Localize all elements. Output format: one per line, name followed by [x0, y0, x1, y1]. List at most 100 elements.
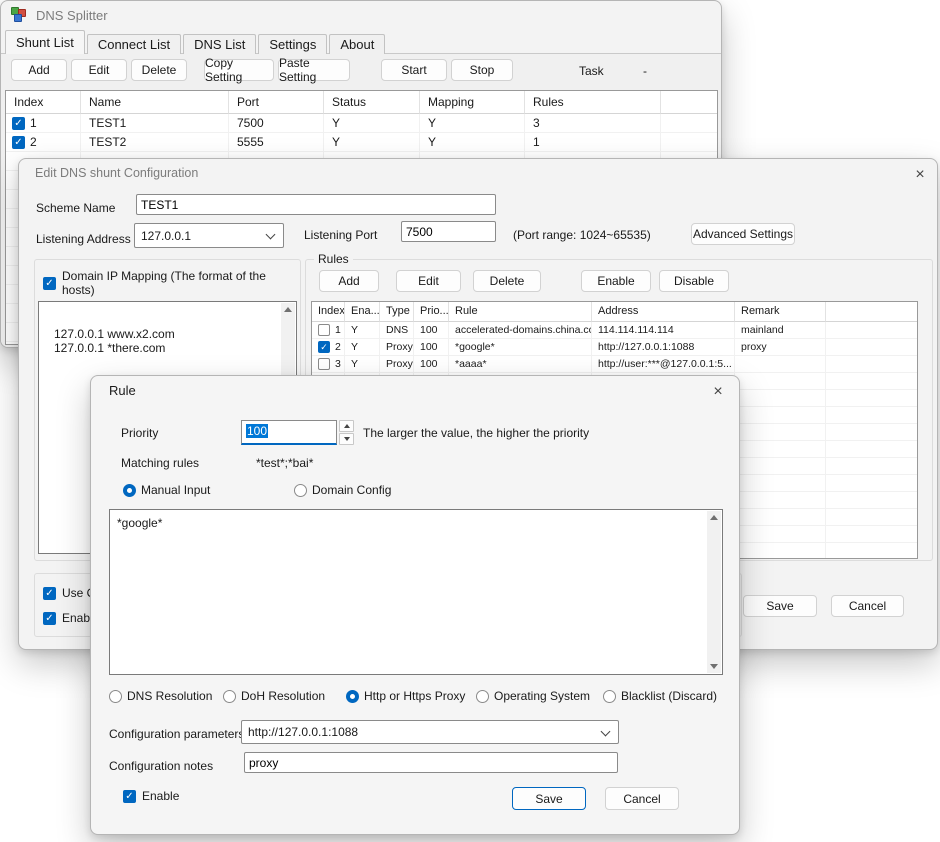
rule-edit-button[interactable]: Edit — [396, 270, 461, 292]
cell: mainland — [735, 322, 826, 339]
edit-cancel-button[interactable]: Cancel — [831, 595, 904, 617]
column-header-name[interactable]: Name — [81, 91, 229, 114]
config-params-select[interactable]: http://127.0.0.1:1088 — [241, 720, 619, 744]
priority-value: 100 — [246, 424, 269, 438]
cell: http://127.0.0.1:1088 — [592, 339, 735, 356]
tab-connect-list[interactable]: Connect List — [86, 34, 182, 54]
tab-settings[interactable]: Settings — [258, 34, 328, 54]
table-row[interactable]: 3 Y Proxy 100 *aaaa* http://user:***@127.0.0.… — [312, 356, 917, 373]
checked-checkbox[interactable]: ✓ — [12, 135, 25, 149]
paste-setting-button[interactable]: Paste Setting — [278, 56, 350, 84]
rule-enable-row[interactable]: ✓ Enable — [123, 789, 179, 803]
rule-cancel-button[interactable]: Cancel — [605, 787, 679, 810]
rule-dialog-titlebar[interactable]: Rule — [91, 376, 739, 404]
checked-checkbox[interactable]: ✓ — [12, 116, 25, 130]
table-row[interactable]: ✓ 2 TEST2 5555 Y Y 1 — [6, 133, 717, 152]
rule-add-button[interactable]: Add — [319, 270, 379, 292]
rule-dialog-title: Rule — [109, 382, 136, 398]
manual-input-radio[interactable]: Manual Input — [123, 483, 210, 497]
http-or-https-proxy-radio[interactable]: Http or Https Proxy — [346, 689, 465, 703]
edit-button[interactable]: Edit — [71, 59, 127, 81]
listening-port-input[interactable] — [401, 221, 496, 242]
blacklist-discard-radio[interactable]: Blacklist (Discard) — [603, 689, 717, 703]
task-label: Task — [579, 64, 604, 78]
table-row[interactable]: ✓ 2 Y Proxy 100 *google* http://127.0.0.1:1088… — [312, 339, 917, 356]
http-or-https-proxy-label: Http or Https Proxy — [364, 689, 466, 703]
start-button[interactable]: Start — [381, 59, 447, 81]
blacklist-discard-label: Blacklist (Discard) — [621, 689, 718, 703]
tab-dns-list[interactable]: DNS List — [183, 34, 257, 54]
rule-enable-button[interactable]: Enable — [581, 270, 651, 292]
rule-save-button[interactable]: Save — [512, 787, 586, 810]
column-header-index[interactable]: Index — [312, 302, 345, 322]
empty-cell — [826, 441, 917, 458]
dns-resolution-radio[interactable]: DNS Resolution — [109, 689, 212, 703]
manual-input-label: Manual Input — [141, 483, 211, 497]
column-header-remark[interactable]: Remark — [735, 302, 826, 322]
tab-about[interactable]: About — [329, 34, 386, 54]
stop-button[interactable]: Stop — [451, 59, 513, 81]
priority-input[interactable]: 100 — [241, 420, 337, 445]
scroll-up-icon[interactable] — [710, 515, 718, 520]
column-header-ena[interactable]: Ena... — [345, 302, 380, 322]
operating-system-radio[interactable]: Operating System — [476, 689, 590, 703]
column-header-mapping[interactable]: Mapping — [420, 91, 525, 114]
listening-address-select[interactable]: 127.0.0.1 — [134, 223, 284, 248]
stepper-up-button[interactable] — [339, 420, 354, 432]
empty-cell — [826, 475, 917, 492]
checked-checkbox[interactable]: ✓ — [318, 341, 330, 353]
copy-setting-button[interactable]: Copy Setting — [204, 56, 274, 84]
enable-checkbox[interactable]: ✓ — [43, 611, 56, 625]
desktop: DNS Splitter × Shunt ListConnect ListDNS… — [0, 0, 940, 842]
close-icon[interactable]: × — [705, 381, 731, 403]
edit-dialog-titlebar[interactable]: Edit DNS shunt Configuration — [19, 159, 937, 187]
cell: *aaaa* — [449, 356, 592, 373]
main-titlebar[interactable]: DNS Splitter × — [1, 1, 721, 29]
mapping-checkbox[interactable]: ✓ — [43, 276, 56, 290]
rule-enable-checkbox[interactable]: ✓ — [123, 789, 136, 803]
unchecked-checkbox[interactable] — [318, 324, 330, 336]
column-header-rules[interactable]: Rules — [525, 91, 661, 114]
column-header-status[interactable]: Status — [324, 91, 420, 114]
column-header-address[interactable]: Address — [592, 302, 735, 322]
empty-cell — [735, 543, 826, 558]
scroll-down-icon[interactable] — [710, 664, 718, 669]
cell: Y — [324, 114, 420, 133]
table-row[interactable]: 1 Y DNS 100 accelerated-domains.china.conf 11… — [312, 322, 917, 339]
config-notes-input[interactable] — [244, 752, 618, 773]
column-header-filler — [661, 91, 717, 114]
scroll-up-icon[interactable] — [284, 307, 292, 312]
domain-config-radio[interactable]: Domain Config — [294, 483, 391, 497]
column-header-type[interactable]: Type — [380, 302, 414, 322]
column-header-port[interactable]: Port — [229, 91, 324, 114]
index-cell: ✓ 2 — [312, 339, 345, 356]
rule-delete-button[interactable]: Delete — [473, 270, 541, 292]
edit-save-button[interactable]: Save — [743, 595, 817, 617]
delete-button[interactable]: Delete — [131, 59, 187, 81]
rule-disable-button[interactable]: Disable — [659, 270, 729, 292]
column-header-prio[interactable]: Prio... — [414, 302, 449, 322]
use-os-checkbox[interactable]: ✓ — [43, 586, 56, 600]
rule-textarea[interactable]: *google* — [109, 509, 723, 675]
empty-cell — [826, 458, 917, 475]
close-icon[interactable]: × — [907, 164, 933, 186]
empty-cell — [826, 509, 917, 526]
config-params-label: Configuration parameters — [109, 727, 245, 741]
empty-cell — [826, 373, 917, 390]
cell: DNS — [380, 322, 414, 339]
table-row[interactable]: ✓ 1 TEST1 7500 Y Y 3 — [6, 114, 717, 133]
mapping-checkbox-row[interactable]: ✓ Domain IP Mapping (The format of the h… — [43, 269, 300, 297]
index-cell: 1 — [312, 322, 345, 339]
column-header-rule[interactable]: Rule — [449, 302, 592, 322]
rule-scrollbar[interactable] — [707, 511, 721, 673]
advanced-settings-button[interactable]: Advanced Settings — [691, 223, 795, 245]
doh-resolution-radio[interactable]: DoH Resolution — [223, 689, 325, 703]
empty-cell — [826, 526, 917, 543]
cell: 5555 — [229, 133, 324, 152]
column-header-index[interactable]: Index — [6, 91, 81, 114]
tab-shunt-list[interactable]: Shunt List — [5, 30, 85, 54]
add-button[interactable]: Add — [11, 59, 67, 81]
stepper-down-button[interactable] — [339, 433, 354, 445]
unchecked-checkbox[interactable] — [318, 358, 330, 370]
scheme-name-input[interactable] — [136, 194, 496, 215]
